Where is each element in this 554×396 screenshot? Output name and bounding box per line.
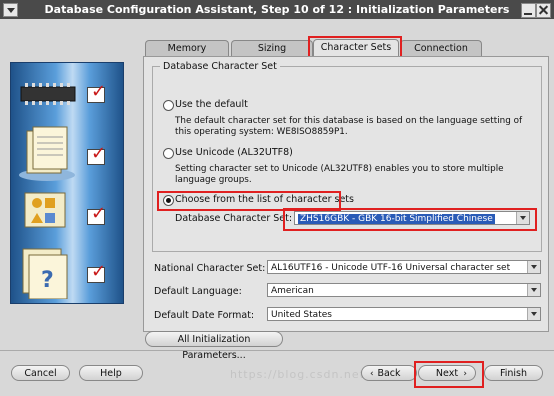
option-label-choose: Choose from the list of character sets — [175, 194, 354, 205]
chevron-down-icon[interactable] — [527, 284, 540, 296]
step-check-2: ✓ — [87, 144, 106, 165]
documents-icon — [19, 126, 75, 181]
chevron-down-icon[interactable] — [516, 212, 529, 224]
radio-use-unicode[interactable] — [163, 148, 174, 159]
default-language-value: American — [271, 286, 314, 296]
option-desc-default: The default character set for this datab… — [175, 116, 523, 137]
memory-chip-icon — [20, 83, 76, 105]
national-charset-value: AL16UTF16 - Unicode UTF-16 Universal cha… — [271, 263, 511, 273]
next-label: Next — [435, 368, 459, 379]
title-bar: Database Configuration Assistant, Step 1… — [0, 0, 554, 19]
chevron-left-icon: ‹ — [370, 369, 374, 379]
step-check-3: ✓ — [87, 204, 106, 225]
finish-button[interactable]: Finish — [484, 365, 543, 381]
date-format-select[interactable]: United States — [267, 307, 541, 321]
radio-choose-list[interactable] — [163, 195, 174, 206]
default-language-label: Default Language: — [154, 286, 242, 297]
back-label: Back — [377, 368, 401, 379]
next-button[interactable]: Next › — [418, 365, 476, 381]
db-charset-select[interactable]: ZHS16GBK - GBK 16-bit Simplified Chinese — [294, 211, 530, 225]
step-check-1: ✓ — [87, 82, 106, 103]
tab-character-sets[interactable]: Character Sets — [313, 39, 399, 57]
radio-use-default[interactable] — [163, 100, 174, 111]
tab-connection-mode[interactable]: Connection Mode — [400, 40, 482, 70]
national-charset-label: National Character Set: — [154, 263, 266, 274]
tab-sizing[interactable]: Sizing — [231, 40, 313, 57]
minimize-button[interactable] — [521, 3, 536, 18]
group-title: Database Character Set — [160, 61, 280, 72]
shapes-icon — [24, 192, 66, 228]
close-button[interactable] — [536, 3, 551, 18]
help-button[interactable]: Help — [79, 365, 143, 381]
divider — [0, 350, 554, 351]
date-format-label: Default Date Format: — [154, 310, 255, 321]
chevron-down-icon[interactable] — [527, 261, 540, 273]
svg-text:?: ? — [41, 268, 54, 293]
cancel-button[interactable]: Cancel — [11, 365, 70, 381]
tab-memory[interactable]: Memory — [145, 40, 229, 57]
chevron-down-icon[interactable] — [527, 308, 540, 320]
date-format-value: United States — [271, 310, 332, 320]
option-desc-unicode: Setting character set to Unicode (AL32UT… — [175, 164, 504, 185]
option-label-unicode: Use Unicode (AL32UTF8) — [175, 147, 293, 158]
national-charset-select[interactable]: AL16UTF16 - Unicode UTF-16 Universal cha… — [267, 260, 541, 274]
option-label-default: Use the default — [175, 99, 248, 110]
db-charset-value: ZHS16GBK - GBK 16-bit Simplified Chinese — [298, 214, 495, 224]
wizard-progress-image: ✓ ✓ ✓ ? ✓ — [10, 62, 124, 304]
db-charset-label: Database Character Set: — [175, 213, 293, 224]
all-init-params-button[interactable]: All Initialization Parameters... — [145, 331, 283, 361]
chevron-right-icon: › — [463, 369, 467, 379]
help-document-icon: ? — [22, 248, 68, 299]
step-check-4: ✓ — [87, 262, 106, 283]
back-button[interactable]: ‹ Back — [361, 365, 417, 381]
default-language-select[interactable]: American — [267, 283, 541, 297]
window-title: Database Configuration Assistant, Step 1… — [44, 3, 510, 16]
